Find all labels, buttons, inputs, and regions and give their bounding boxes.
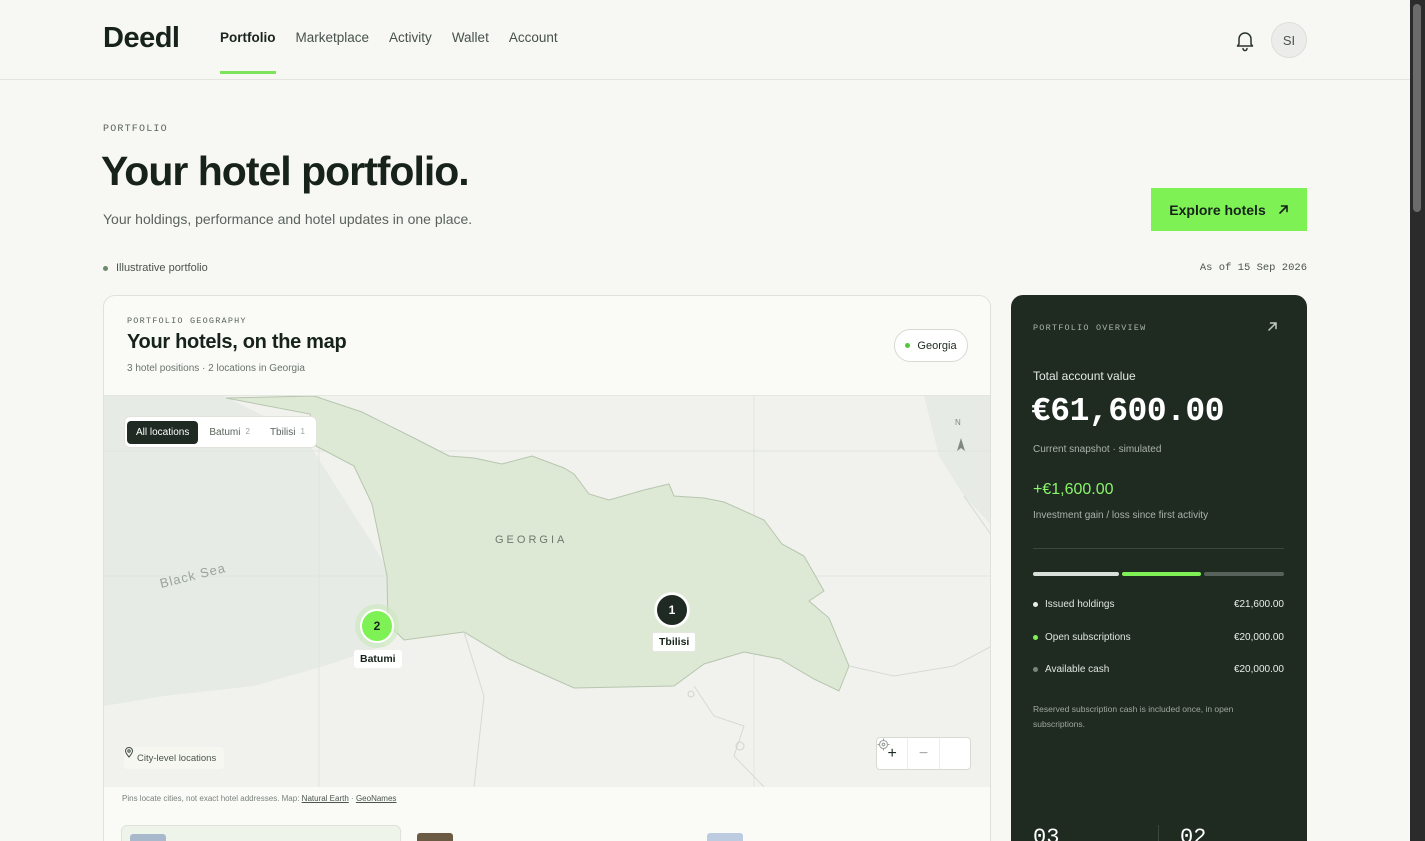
allocation-segment-2 (1204, 572, 1284, 576)
user-avatar[interactable]: SI (1271, 22, 1307, 58)
nav-activity[interactable]: Activity (389, 30, 432, 74)
row-amount: €20,000.00 (1233, 664, 1284, 675)
portfolio-map-card: PORTFOLIO GEOGRAPHY Your hotels, on the … (103, 295, 991, 841)
page-scrollbar-thumb[interactable] (1413, 4, 1421, 212)
city-level-note-label: City-level locations (137, 752, 217, 764)
positions-stat: 03 (1033, 825, 1060, 841)
region-dot-icon (905, 343, 911, 348)
overview-eyebrow: PORTFOLIO OVERVIEW (1033, 323, 1147, 333)
attribution-text: Pins locate cities, not exact hotel addr… (122, 794, 300, 803)
explore-hotels-label: Explore hotels (1169, 201, 1266, 218)
row-label: Issued holdings (1045, 599, 1115, 610)
batumi-pin-label[interactable]: Batumi (354, 650, 402, 668)
nav-portfolio[interactable]: Portfolio (220, 30, 276, 74)
filter-all-locations[interactable]: All locations (127, 420, 199, 444)
attribution-separator: · (351, 794, 354, 803)
hotel-card[interactable] (411, 825, 691, 841)
row-label: Available cash (1045, 664, 1110, 675)
nav-wallet[interactable]: Wallet (452, 30, 489, 74)
row-amount: €21,600.00 (1233, 599, 1284, 610)
map-canvas[interactable]: All locations Batumi 2 Tbilisi 1 Black S… (104, 395, 990, 787)
map-card-title: Your hotels, on the map (127, 331, 347, 353)
allocation-segment-0 (1033, 572, 1119, 576)
map-card-subtitle: 3 hotel positions · 2 locations in Georg… (127, 363, 305, 374)
tbilisi-pin-label[interactable]: Tbilisi (652, 632, 697, 652)
filter-count: 1 (300, 426, 305, 436)
map-card-eyebrow: PORTFOLIO GEOGRAPHY (127, 316, 247, 326)
arrow-up-right-icon (1278, 202, 1289, 218)
filter-count: 2 (245, 426, 250, 436)
open-subscriptions-dot-icon (1033, 635, 1038, 640)
map-zoom-controls: + − (876, 737, 971, 770)
total-account-label: Total account value (1033, 369, 1136, 383)
region-label: Georgia (917, 339, 957, 352)
hotel-list (121, 825, 981, 841)
geonames-link[interactable]: GeoNames (356, 794, 396, 803)
available-cash-row: Available cash €20,000.00 (1033, 664, 1284, 675)
explore-hotels-button[interactable]: Explore hotels (1151, 188, 1307, 231)
snapshot-note: Current snapshot · simulated (1033, 444, 1162, 455)
page-eyebrow: PORTFOLIO (103, 124, 168, 135)
north-label: N (955, 418, 961, 427)
city-level-note: City-level locations (124, 747, 225, 769)
batumi-pin[interactable]: 2 (361, 610, 393, 642)
row-amount: €20,000.00 (1233, 632, 1284, 643)
illustrative-badge: Illustrative portfolio (103, 262, 208, 274)
nav-account[interactable]: Account (509, 30, 558, 74)
brand-logo[interactable]: Deedl (103, 22, 180, 55)
issued-holdings-dot-icon (1033, 602, 1038, 607)
bell-icon[interactable] (1233, 28, 1257, 52)
map-attribution: Pins locate cities, not exact hotel addr… (122, 794, 396, 803)
allocation-bar (1033, 572, 1284, 576)
filter-label: All locations (136, 426, 190, 438)
overview-divider (1033, 548, 1284, 549)
investment-gain: +€1,600.00 (1033, 481, 1114, 498)
page-title: Your hotel portfolio. (101, 148, 470, 194)
open-overview-icon[interactable] (1267, 320, 1278, 335)
subscription-note: Reserved subscription cash is included o… (1033, 704, 1234, 729)
allocation-segment-1 (1121, 572, 1202, 576)
portfolio-overview-card: PORTFOLIO OVERVIEW Total account value €… (1011, 295, 1307, 841)
as-of-date: As of 15 Sep 2026 (1199, 262, 1307, 274)
hotel-thumbnail (707, 833, 743, 841)
tbilisi-pin[interactable]: 1 (656, 594, 688, 626)
filter-tbilisi[interactable]: Tbilisi 1 (261, 421, 314, 444)
hotel-thumbnail (417, 833, 453, 841)
nav-marketplace[interactable]: Marketplace (296, 30, 370, 74)
issued-holdings-row: Issued holdings €21,600.00 (1033, 599, 1284, 610)
filter-batumi[interactable]: Batumi 2 (200, 421, 259, 444)
region-selector[interactable]: Georgia (894, 329, 968, 362)
total-account-value: €61,600.00 (1031, 393, 1225, 430)
status-dot-icon (103, 265, 108, 271)
natural-earth-link[interactable]: Natural Earth (302, 794, 349, 803)
location-filter: All locations Batumi 2 Tbilisi 1 (124, 416, 317, 448)
row-label: Open subscriptions (1045, 632, 1131, 643)
main-nav: Portfolio Marketplace Activity Wallet Ac… (220, 30, 558, 74)
map-graphic (104, 396, 990, 787)
recenter-button[interactable] (877, 738, 970, 769)
hotel-thumbnail (130, 834, 166, 841)
top-navigation: Deedl Portfolio Marketplace Activity Wal… (0, 0, 1410, 80)
zoom-out-button[interactable]: − (908, 738, 940, 769)
stat-separator (1158, 825, 1159, 841)
georgia-label: GEORGIA (495, 534, 568, 546)
investment-gain-label: Investment gain / loss since first activ… (1033, 510, 1209, 521)
illustrative-badge-label: Illustrative portfolio (116, 262, 208, 274)
page-subtitle: Your holdings, performance and hotel upd… (103, 211, 473, 227)
locations-stat: 02 (1180, 825, 1207, 841)
filter-label: Batumi (209, 426, 241, 438)
filter-label: Tbilisi (269, 426, 296, 438)
hotel-card[interactable] (699, 825, 979, 841)
open-subscriptions-row: Open subscriptions €20,000.00 (1033, 632, 1284, 643)
hotel-card[interactable] (121, 825, 401, 841)
available-cash-dot-icon (1033, 667, 1038, 672)
